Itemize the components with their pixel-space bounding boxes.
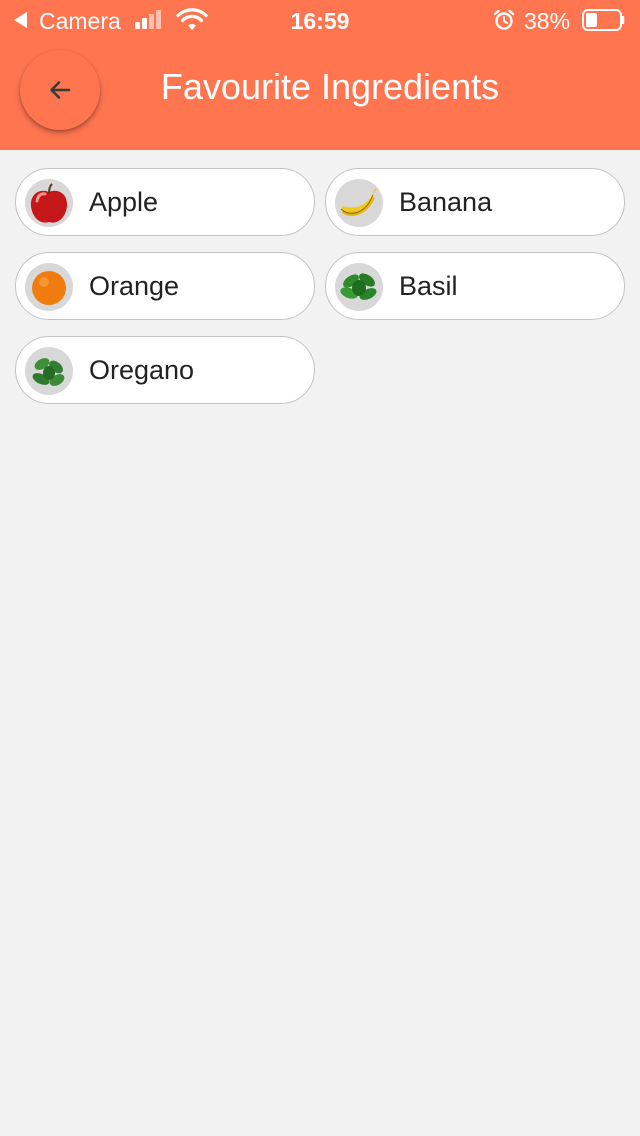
ingredient-label: Orange	[89, 271, 180, 301]
ingredient-chip-apple[interactable]: Apple	[15, 168, 315, 236]
alarm-icon	[493, 9, 515, 30]
ingredient-chip-basil[interactable]: Basil	[325, 252, 625, 320]
ingredient-label: Banana	[399, 187, 493, 217]
banana-icon	[335, 179, 383, 227]
battery-icon	[582, 9, 625, 31]
ingredient-label: Basil	[399, 271, 458, 301]
oregano-icon	[25, 347, 73, 395]
apple-icon	[25, 179, 73, 227]
page-title: Favourite Ingredients	[160, 66, 500, 107]
status-bar: Camera 16:59 38%	[0, 0, 640, 40]
orange-icon	[25, 263, 73, 311]
ingredient-chip-banana[interactable]: Banana	[325, 168, 625, 236]
ingredient-chip-oregano[interactable]: Oregano	[15, 336, 315, 404]
app-header: Camera 16:59 38% Favourite Ingredients	[0, 0, 640, 150]
ingredient-chip-orange[interactable]: Orange	[15, 252, 315, 320]
ingredient-label: Apple	[89, 187, 159, 217]
basil-icon	[335, 263, 383, 311]
battery-percentage: 38%	[524, 8, 571, 34]
ingredient-label: Oregano	[89, 355, 195, 385]
